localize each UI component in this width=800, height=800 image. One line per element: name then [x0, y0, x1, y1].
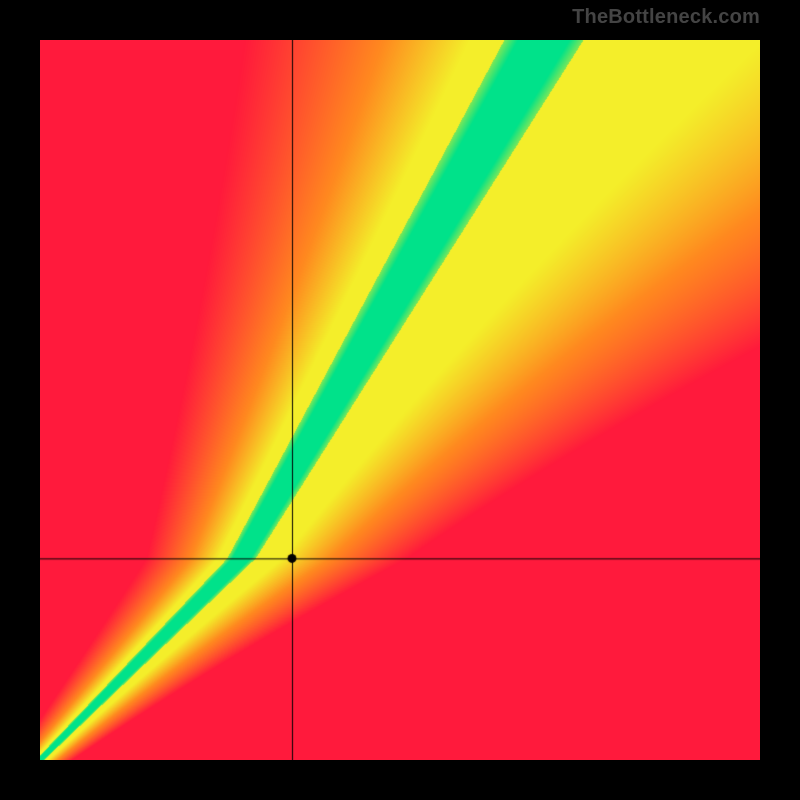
overlay-canvas	[40, 40, 760, 760]
chart-frame: TheBottleneck.com	[0, 0, 800, 800]
watermark-text: TheBottleneck.com	[572, 6, 760, 29]
heatmap-plot	[40, 40, 760, 760]
